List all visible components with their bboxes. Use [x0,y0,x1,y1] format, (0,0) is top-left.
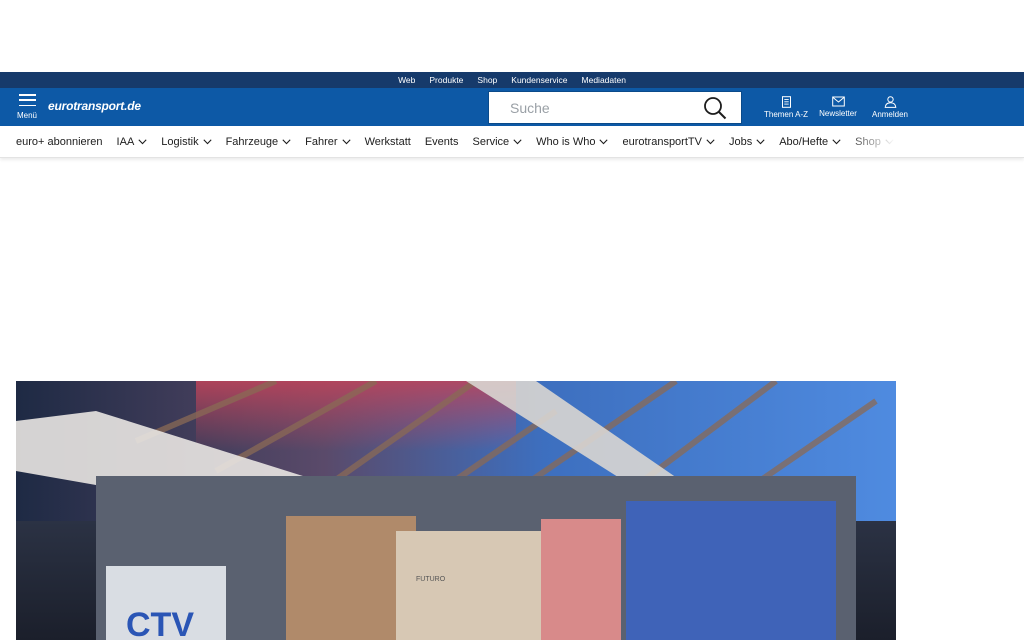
search-icon[interactable] [702,95,728,121]
hamburger-icon [18,94,36,106]
service-bar: Web Produkte Shop Kundenservice Mediadat… [0,72,1024,93]
nav-item-label: Abo/Hefte [779,135,829,148]
search-input[interactable] [489,92,702,123]
chevron-down-icon [138,138,147,145]
newsletter-label: Newsletter [819,109,857,118]
search-box [488,91,742,124]
chevron-down-icon [706,138,715,145]
nav-item-logistik[interactable]: Logistik [161,135,212,148]
top-ad-space [0,0,1024,72]
nav-item-iaa[interactable]: IAA [117,136,148,148]
hero-box-label: FUTURO [416,576,446,583]
header-actions: Themen A-Z Newsletter Anmelden [760,88,916,126]
main-header: Menü eurotransport.de Themen A-Z Newslet… [0,88,1024,126]
chevron-down-icon [756,138,765,145]
hero-photo: CTV FUTURO [16,381,896,640]
newsletter-button[interactable]: Newsletter [812,88,864,126]
themes-az-button[interactable]: Themen A-Z [760,88,812,126]
nav-item-shop[interactable]: Shop [855,136,894,148]
chevron-down-icon [599,138,609,145]
nav-item-label: Who is Who [536,135,596,148]
nav-item-label: Events [424,135,459,148]
service-link-mediadaten[interactable]: Mediadaten [582,72,626,88]
nav-item-abo-hefte[interactable]: Abo/Hefte [779,136,841,148]
nav-item-werkstatt[interactable]: Werkstatt [365,136,411,148]
nav-item-who-is-who[interactable]: Who is Who [536,135,609,148]
hero-banner-text: CTV [126,606,194,640]
nav-item-fahrer[interactable]: Fahrer [305,135,351,148]
nav-item-jobs[interactable]: Jobs [729,136,765,148]
nav-item-label: Logistik [161,135,199,148]
nav-item-euro-abonnieren[interactable]: euro+ abonnieren [16,136,103,148]
themes-az-label: Themen A-Z [763,109,808,119]
chevron-down-icon [513,138,522,145]
nav-item-label: eurotransportTV [622,135,702,148]
nav-list: euro+ abonnieren IAA Logistik Fahrzeuge Fahr… [0,126,1024,157]
chevron-down-icon [341,138,351,145]
service-link-produkte[interactable]: Produkte [429,72,463,88]
nav-item-label: Werkstatt [364,135,411,148]
nav-item-label: Shop [855,135,881,148]
nav-item-fahrzeuge[interactable]: Fahrzeuge [226,136,292,148]
nav-item-label: Fahrer [305,135,338,148]
main-navigation: euro+ abonnieren IAA Logistik Fahrzeuge Fahr… [0,126,1024,158]
menu-button[interactable]: Menü [16,93,38,121]
service-link-shop[interactable]: Shop [477,72,497,88]
nav-cover [904,126,1024,157]
login-button[interactable]: Anmelden [864,88,916,126]
nav-item-label: Jobs [728,135,753,148]
menu-label: Menü [16,111,37,120]
nav-item-label: Fahrzeuge [225,135,279,148]
nav-item-service[interactable]: Service [472,136,522,148]
chevron-down-icon [885,138,894,145]
nav-item-events[interactable]: Events [425,136,459,148]
mail-icon [831,96,845,107]
nav-item-label: euro+ abonnieren [16,135,103,148]
user-icon [884,95,896,108]
service-link-web[interactable]: Web [398,72,415,93]
chevron-down-icon [202,138,212,145]
chevron-down-icon [282,138,291,145]
login-label: Anmelden [871,109,909,119]
nav-item-label: IAA [116,135,135,148]
chevron-down-icon [832,138,841,145]
document-icon [781,95,791,108]
nav-item-eurotransporttv[interactable]: eurotransportTV [622,135,715,148]
content-ad-space [0,158,1024,382]
hero-image[interactable]: CTV FUTURO [16,381,896,640]
service-link-kundenservice[interactable]: Kundenservice [511,72,567,88]
site-logo[interactable]: eurotransport.de [48,99,141,113]
nav-item-label: Service [472,135,510,148]
